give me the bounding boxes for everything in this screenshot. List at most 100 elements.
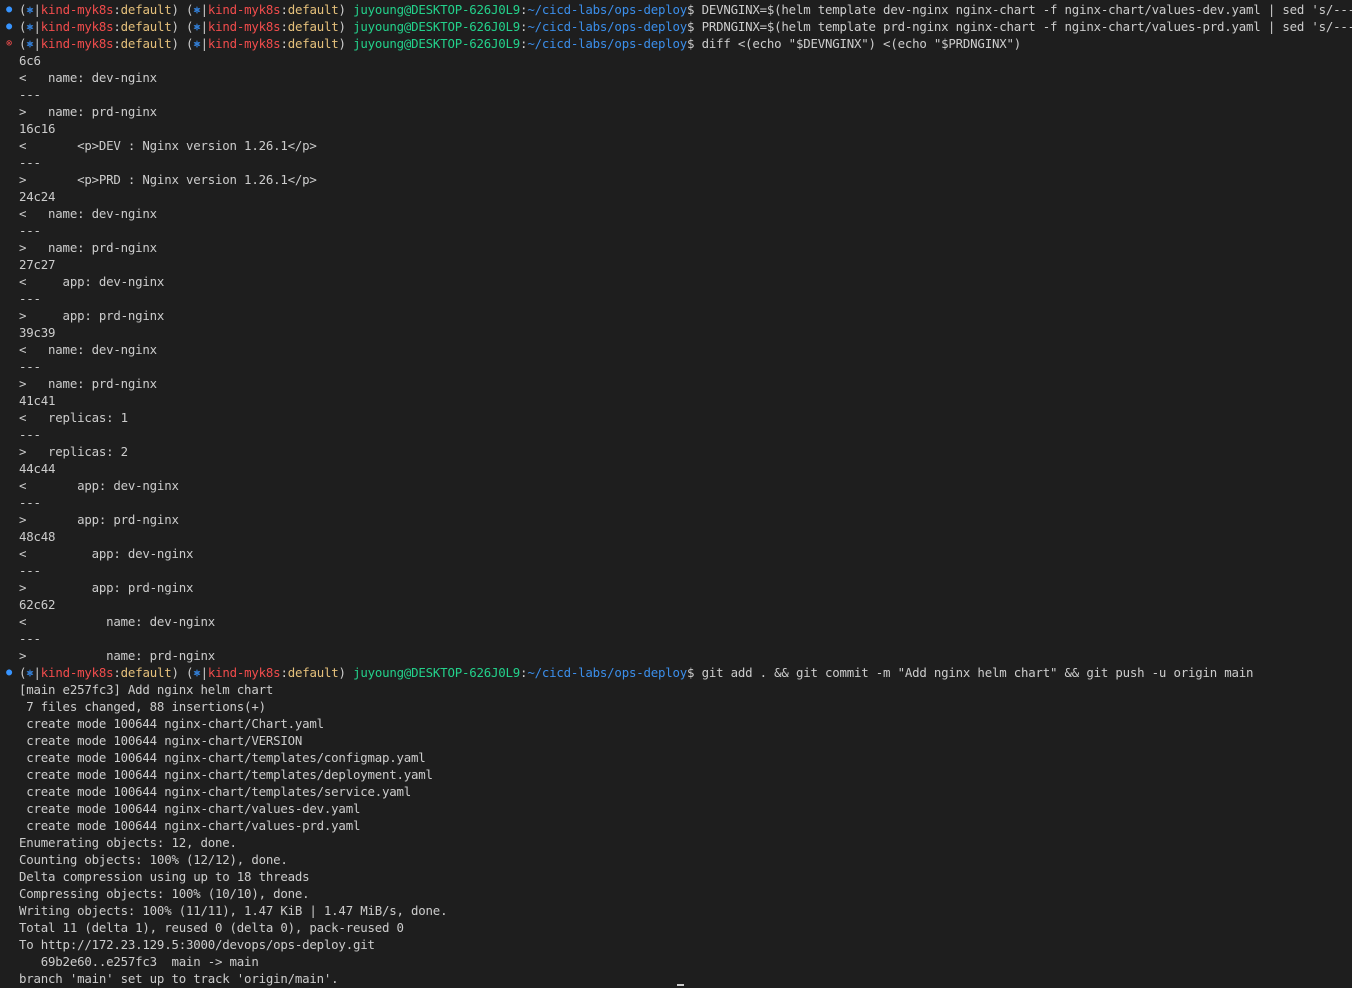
terminal-output-line: --- [19, 631, 41, 646]
command-text: PRDNGINX=$(helm template prd-nginx nginx… [701, 19, 1352, 34]
terminal-output-line: < name: dev-nginx [19, 614, 216, 629]
terminal-output-line: < name: dev-nginx [19, 342, 157, 357]
prompt-kube-context: kind-myk8s [207, 19, 281, 34]
prompt-close-paren: ) [171, 36, 179, 51]
prompt-kube-namespace: default [287, 36, 339, 51]
command-failed-decoration-icon[interactable]: ⊗ [4, 35, 14, 52]
prompt-working-directory: ~/cicd-labs/ops-deploy [527, 2, 688, 17]
terminal-output-line: --- [19, 427, 41, 442]
prompt-colon: : [113, 665, 121, 680]
terminal-output-line: --- [19, 291, 41, 306]
terminal-output-line: 41c41 [19, 393, 56, 408]
prompt-kube-context: kind-myk8s [40, 2, 114, 17]
terminal-output-line: > name: prd-nginx [19, 376, 157, 391]
prompt-kube-context: kind-myk8s [40, 19, 114, 34]
terminal-output-line: --- [19, 87, 41, 102]
prompt-kube-namespace: default [120, 19, 172, 34]
kubernetes-helm-icon: ⎈ [26, 2, 34, 17]
prompt-kube-namespace: default [287, 19, 339, 34]
terminal-output-line: 7 files changed, 88 insertions(+) [19, 699, 266, 714]
kubernetes-helm-icon: ⎈ [193, 665, 201, 680]
command-success-decoration-icon[interactable]: ● [4, 18, 14, 35]
terminal-output-line: 44c44 [19, 461, 56, 476]
prompt-dollar: $ [687, 2, 695, 17]
command-text: git add . && git commit -m "Add nginx he… [701, 665, 1254, 680]
prompt-kube-namespace: default [287, 2, 339, 17]
terminal-output-line: > name: prd-nginx [19, 648, 216, 663]
terminal-output-line: > app: prd-nginx [19, 308, 165, 323]
terminal-output-line: To http://172.23.129.5:3000/devops/ops-d… [19, 937, 375, 952]
kubernetes-helm-icon: ⎈ [26, 665, 34, 680]
prompt-separator: | [200, 2, 208, 17]
terminal-output-line: --- [19, 359, 41, 374]
prompt-separator: | [33, 665, 41, 680]
terminal-output-line: < app: dev-nginx [19, 274, 165, 289]
terminal-output-line: Writing objects: 100% (11/11), 1.47 KiB … [19, 903, 448, 918]
prompt-working-directory: ~/cicd-labs/ops-deploy [527, 19, 688, 34]
terminal-output-line: create mode 100644 nginx-chart/templates… [19, 750, 426, 765]
prompt-separator: | [33, 36, 41, 51]
terminal-output-line: 27c27 [19, 257, 56, 272]
terminal-output-line: create mode 100644 nginx-chart/values-pr… [19, 818, 361, 833]
terminal-output-line: < <p>DEV : Nginx version 1.26.1</p> [19, 138, 317, 153]
terminal-output-line: > app: prd-nginx [19, 580, 194, 595]
prompt-colon: : [280, 665, 288, 680]
command-text: DEVNGINX=$(helm template dev-nginx nginx… [701, 2, 1352, 17]
kubernetes-helm-icon: ⎈ [26, 19, 34, 34]
prompt-close-paren: ) [338, 36, 346, 51]
terminal-panel[interactable]: ● (⎈|kind-myk8s:default) (⎈|kind-myk8s:de… [0, 0, 1352, 988]
terminal-output-line: 69b2e60..e257fc3 main -> main [19, 954, 259, 969]
terminal-output-line: --- [19, 223, 41, 238]
terminal-output-line: --- [19, 155, 41, 170]
terminal-output-line: Compressing objects: 100% (10/10), done. [19, 886, 310, 901]
terminal-output-line: [main e257fc3] Add nginx helm chart [19, 682, 274, 697]
prompt-kube-context: kind-myk8s [40, 36, 114, 51]
terminal-output-line: create mode 100644 nginx-chart/templates… [19, 784, 412, 799]
kubernetes-helm-icon: ⎈ [193, 36, 201, 51]
command-success-decoration-icon[interactable]: ● [4, 1, 14, 18]
kubernetes-helm-icon: ⎈ [26, 36, 34, 51]
prompt-close-paren: ) [171, 19, 179, 34]
prompt-colon: : [113, 36, 121, 51]
terminal-command-line: ● (⎈|kind-myk8s:default) (⎈|kind-myk8s:de… [0, 1, 1352, 18]
prompt-user-host: juyoung@DESKTOP-626J0L9 [353, 19, 521, 34]
prompt-close-paren: ) [171, 2, 179, 17]
terminal-output-line: < app: dev-nginx [19, 546, 194, 561]
terminal-output-line: 16c16 [19, 121, 56, 136]
prompt-close-paren: ) [338, 19, 346, 34]
terminal-output-line: > <p>PRD : Nginx version 1.26.1</p> [19, 172, 317, 187]
terminal-output-line: Counting objects: 100% (12/12), done. [19, 852, 288, 867]
prompt-working-directory: ~/cicd-labs/ops-deploy [527, 665, 688, 680]
command-text: diff <(echo "$DEVNGINX") <(echo "$PRDNGI… [701, 36, 1022, 51]
prompt-separator: | [200, 665, 208, 680]
prompt-kube-namespace: default [120, 36, 172, 51]
prompt-user-host: juyoung@DESKTOP-626J0L9 [353, 36, 521, 51]
prompt-kube-context: kind-myk8s [207, 2, 281, 17]
kubernetes-helm-icon: ⎈ [193, 19, 201, 34]
prompt-colon: : [113, 19, 121, 34]
command-success-decoration-icon[interactable]: ● [4, 664, 14, 681]
prompt-kube-context: kind-myk8s [207, 665, 281, 680]
terminal-command-line: ● (⎈|kind-myk8s:default) (⎈|kind-myk8s:de… [0, 18, 1352, 35]
prompt-separator: | [200, 36, 208, 51]
prompt-dollar: $ [687, 36, 695, 51]
prompt-user-host: juyoung@DESKTOP-626J0L9 [353, 2, 521, 17]
terminal-output-line: > app: prd-nginx [19, 512, 179, 527]
prompt-colon: : [113, 2, 121, 17]
prompt-kube-context: kind-myk8s [40, 665, 114, 680]
prompt-colon: : [280, 19, 288, 34]
terminal-output-line: branch 'main' set up to track 'origin/ma… [19, 971, 339, 986]
prompt-kube-namespace: default [120, 2, 172, 17]
prompt-working-directory: ~/cicd-labs/ops-deploy [527, 36, 688, 51]
terminal-output-line: > name: prd-nginx [19, 104, 157, 119]
prompt-user-host: juyoung@DESKTOP-626J0L9 [353, 665, 521, 680]
prompt-close-paren: ) [171, 665, 179, 680]
terminal-command-line: ● (⎈|kind-myk8s:default) (⎈|kind-myk8s:de… [0, 664, 1352, 681]
terminal-output-line: Total 11 (delta 1), reused 0 (delta 0), … [19, 920, 404, 935]
terminal-cursor [677, 984, 684, 986]
terminal-command-line: ⊗ (⎈|kind-myk8s:default) (⎈|kind-myk8s:de… [0, 35, 1352, 52]
terminal-output-line: --- [19, 495, 41, 510]
terminal-output-line: Enumerating objects: 12, done. [19, 835, 237, 850]
prompt-kube-namespace: default [120, 665, 172, 680]
prompt-separator: | [200, 19, 208, 34]
